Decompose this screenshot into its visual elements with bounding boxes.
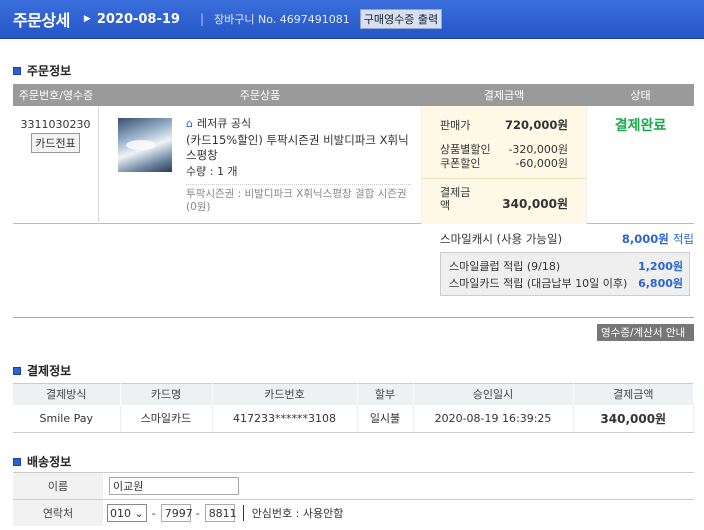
- smile-cash-row: 스마일캐시 (사용 가능일) 8,000원 적립: [440, 231, 694, 247]
- square-icon: [13, 66, 21, 75]
- name-label: 이름: [13, 473, 103, 499]
- smile-card-value: 6,800원: [638, 277, 683, 290]
- shop-name[interactable]: 레저큐 공식: [197, 116, 251, 131]
- order-table: 주문번호/영수증 주문상품 결제금액 상태 3311030230 카드전표 ⌂ …: [13, 84, 694, 224]
- table-row: Smile Pay 스마일카드 417233******3108 일시불 202…: [13, 404, 694, 433]
- smile-cash-value: 8,000원: [621, 232, 669, 246]
- col-amount: 결제금액: [483, 89, 525, 102]
- home-icon[interactable]: ⌂: [186, 116, 193, 131]
- smile-card-label: 스마일카드 적립 (대금납부 10일 이후): [449, 277, 628, 290]
- chevron-down-icon: ⌄: [134, 506, 144, 520]
- phone-prefix-value: 010: [110, 506, 131, 520]
- col-status: 상태: [630, 89, 651, 102]
- discount-value: -320,000원: [508, 143, 568, 156]
- product-option: 투팍시즌권 : 비발디파크 X휘닉스평창 결합 시즌권 (0원): [186, 184, 411, 214]
- page-title: 주문상세: [13, 11, 70, 30]
- col-order-no: 주문번호/영수증: [18, 89, 94, 102]
- coupon-value: -60,000원: [515, 157, 568, 170]
- order-number: 3311030230: [20, 118, 91, 131]
- col-card-name: 카드명: [120, 383, 213, 405]
- pay-method: Smile Pay: [13, 404, 121, 433]
- col-card-number: 카드번호: [212, 383, 358, 405]
- smile-club-label: 스마일클럽 적립 (9/18): [449, 260, 561, 273]
- product-thumbnail[interactable]: [118, 118, 172, 172]
- smile-club-value: 1,200원: [638, 260, 683, 273]
- payment-amount-cell: 판매가 720,000원 상품별할인 -320,000원 쿠폰할인 -60,00…: [421, 106, 587, 224]
- discount-label: 상품별할인: [440, 143, 491, 156]
- col-product: 주문상품: [239, 89, 281, 102]
- order-date: 2020-08-19: [96, 11, 180, 27]
- payment-table-header: 결제방식 카드명 카드번호 할부 승인일시 결제금액: [13, 383, 694, 405]
- card-name: 스마일카드: [120, 404, 213, 433]
- header-separator: |: [199, 12, 205, 26]
- status-badge: 결제완료: [614, 118, 667, 134]
- card-number: 417233******3108: [212, 404, 358, 433]
- total-value: 340,000원: [502, 197, 568, 211]
- receipt-tax-button[interactable]: 영수증/계산서 안내: [597, 324, 694, 341]
- name-row: 이름 이교원: [13, 472, 694, 499]
- installment: 일시불: [357, 404, 414, 433]
- smile-cash-label: 스마일캐시 (사용 가능일): [440, 232, 563, 246]
- card-slip-button[interactable]: 카드전표: [31, 133, 80, 153]
- payment-table: 결제방식 카드명 카드번호 할부 승인일시 결제금액 Smile Pay 스마일…: [13, 383, 694, 433]
- sale-price-label: 판매가: [440, 119, 471, 132]
- payment-info-heading: 결제정보: [13, 362, 71, 379]
- phone-last-field[interactable]: 8811: [204, 504, 237, 522]
- delivery-info-title: 배송정보: [27, 455, 72, 469]
- product-info: ⌂ 레저큐 공식 (카드15%할인) 투팍시즌권 비발디파크 X휘닉스평창 수량…: [186, 116, 411, 214]
- print-receipt-button[interactable]: 구매영수증 출력: [359, 9, 443, 29]
- order-info-heading: 주문정보: [13, 62, 71, 79]
- phone-prefix-select[interactable]: 010 ⌄: [107, 504, 147, 522]
- col-pay-method: 결제방식: [13, 383, 121, 405]
- square-icon: [13, 457, 21, 466]
- divider: [13, 317, 694, 318]
- phone-row: 연락처 010 ⌄ - 7997 - 8811 안심번호 : 사용안함: [13, 499, 694, 526]
- phone-label: 연락처: [13, 500, 103, 526]
- total-label: 결제금액: [440, 186, 471, 212]
- name-field[interactable]: 이교원: [109, 477, 239, 495]
- sale-price-value: 720,000원: [505, 118, 568, 132]
- col-pay-amount: 결제금액: [573, 383, 694, 405]
- order-table-header: 주문번호/영수증 주문상품 결제금액 상태: [13, 84, 694, 106]
- order-row: 3311030230 카드전표 ⌂ 레저큐 공식 (카드15%할인) 투팍시즌권…: [13, 106, 694, 224]
- cart-number: 장바구니 No. 4697491081: [214, 13, 350, 26]
- safe-number: 안심번호 : 사용안함: [242, 505, 343, 521]
- coupon-label: 쿠폰할인: [440, 157, 481, 170]
- phone-mid-field[interactable]: 7997: [160, 504, 193, 522]
- order-number-cell: 3311030230 카드전표: [13, 106, 99, 224]
- square-icon: [13, 366, 21, 375]
- col-approval-time: 승인일시: [413, 383, 574, 405]
- product-quantity: 수량 : 1 개: [186, 165, 238, 178]
- smile-cash-suffix: 적립: [672, 232, 694, 246]
- delivery-info-heading: 배송정보: [13, 453, 71, 470]
- product-name[interactable]: (카드15%할인) 투팍시즌권 비발디파크 X휘닉스평창: [186, 133, 411, 163]
- pay-amount: 340,000원: [573, 404, 694, 433]
- col-installment: 할부: [357, 383, 414, 405]
- approval-time: 2020-08-19 16:39:25: [413, 404, 574, 433]
- arrow-right-icon: ▶: [83, 14, 91, 24]
- payment-info-title: 결제정보: [27, 364, 72, 378]
- delivery-table: 이름 이교원 연락처 010 ⌄ - 7997 - 8811 안심번호 : 사용…: [13, 472, 694, 526]
- smile-points-box: 스마일클럽 적립 (9/18) 1,200원 스마일카드 적립 (대금납부 10…: [440, 252, 690, 296]
- order-info-title: 주문정보: [27, 64, 72, 78]
- page-header: 주문상세 ▶ 2020-08-19 | 장바구니 No. 4697491081 …: [0, 0, 704, 39]
